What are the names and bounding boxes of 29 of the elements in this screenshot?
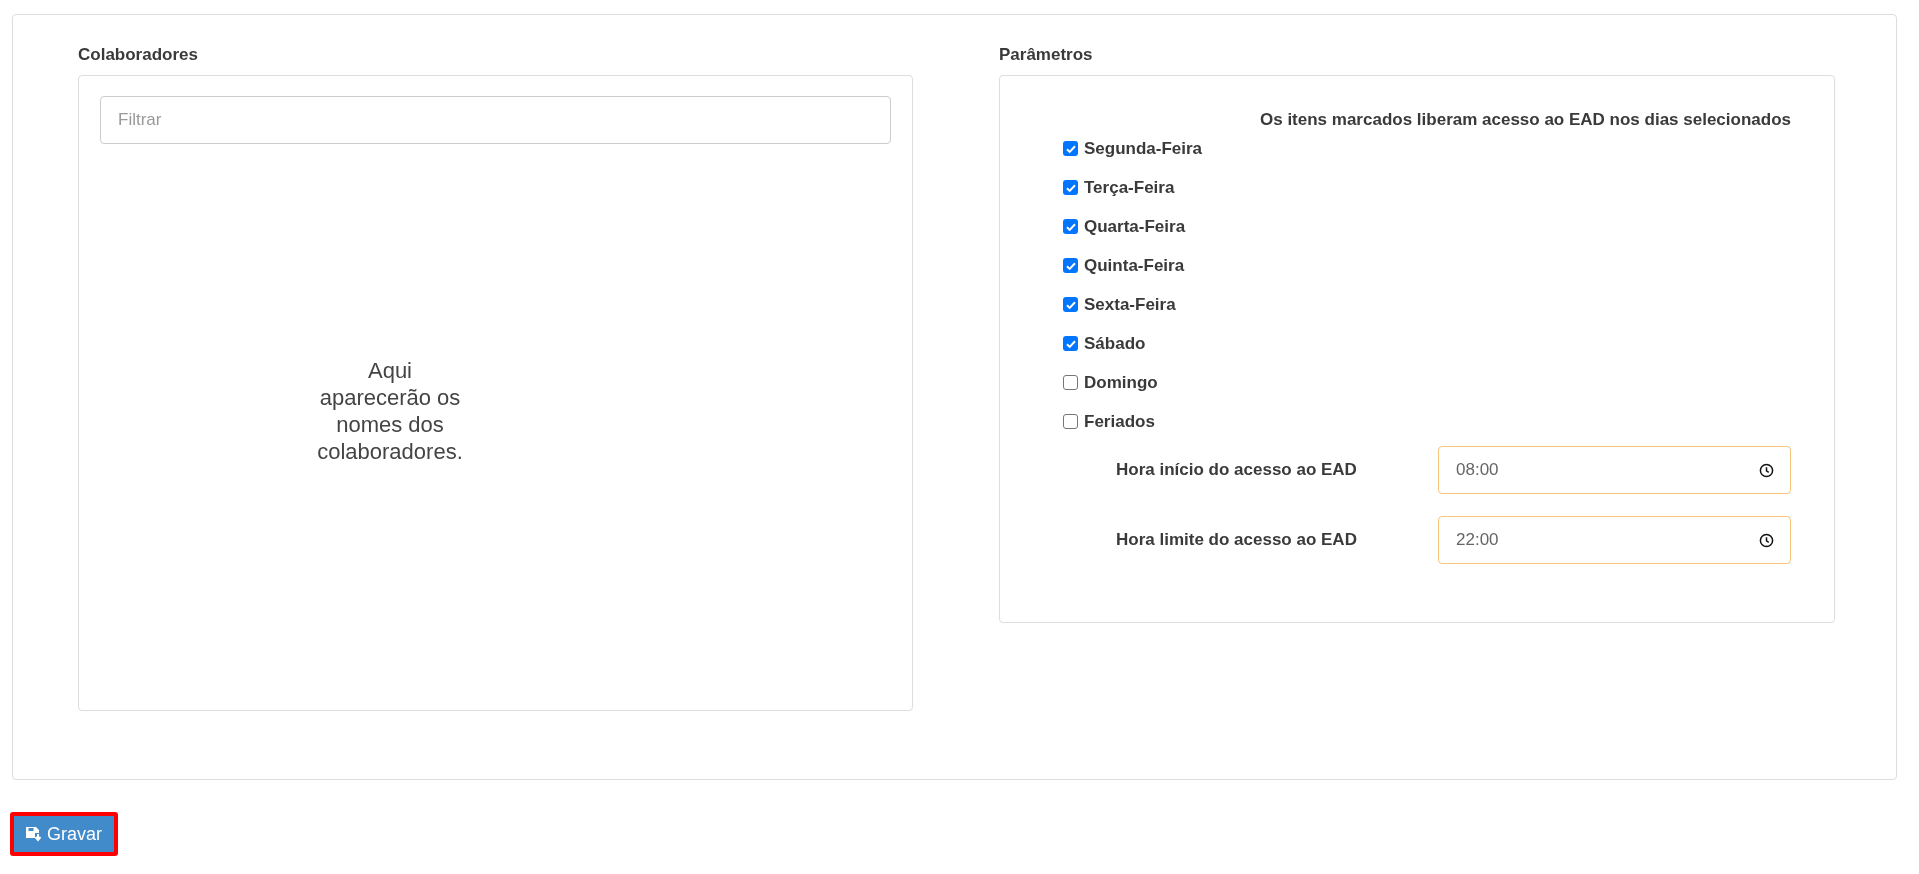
- checkbox[interactable]: [1063, 180, 1078, 195]
- checkbox-label: Sexta-Feira: [1084, 294, 1176, 315]
- checkbox-label: Sábado: [1084, 333, 1146, 354]
- time-field[interactable]: 08:00: [1438, 446, 1791, 494]
- time-field[interactable]: 22:00: [1438, 516, 1791, 564]
- checkbox-label: Quinta-Feira: [1084, 255, 1185, 276]
- checkbox[interactable]: [1063, 141, 1078, 156]
- filter-field[interactable]: Filtrar: [100, 96, 891, 144]
- checkbox-label: Feriados: [1084, 411, 1155, 432]
- instruction-text: Os itens marcados liberam acesso ao EAD nos dias selecionados: [1259, 110, 1791, 130]
- checkbox[interactable]: [1063, 219, 1078, 234]
- save-icon: [25, 825, 42, 843]
- section-title: Parâmetros: [999, 45, 1093, 65]
- checkbox-label: Segunda-Feira: [1084, 138, 1203, 159]
- save-button[interactable]: Gravar: [10, 812, 118, 856]
- checkbox-label: Domingo: [1084, 372, 1158, 393]
- clock-icon: [1759, 462, 1774, 478]
- clock-icon: [1759, 532, 1774, 548]
- time-label: Hora limite do acesso ao EAD: [1116, 530, 1358, 550]
- checkbox[interactable]: [1063, 414, 1078, 429]
- time-label: Hora início do acesso ao EAD: [1116, 460, 1358, 480]
- checkbox[interactable]: [1063, 297, 1078, 312]
- checkbox[interactable]: [1063, 336, 1078, 351]
- checkbox-label: Terça-Feira: [1084, 177, 1175, 198]
- section-title: Colaboradores: [78, 45, 198, 65]
- empty-message: Aqui aparecerão os nomes dos colaboradores.: [316, 358, 464, 466]
- checkbox[interactable]: [1063, 375, 1078, 390]
- checkbox-label: Quarta-Feira: [1084, 216, 1186, 237]
- checkbox[interactable]: [1063, 258, 1078, 273]
